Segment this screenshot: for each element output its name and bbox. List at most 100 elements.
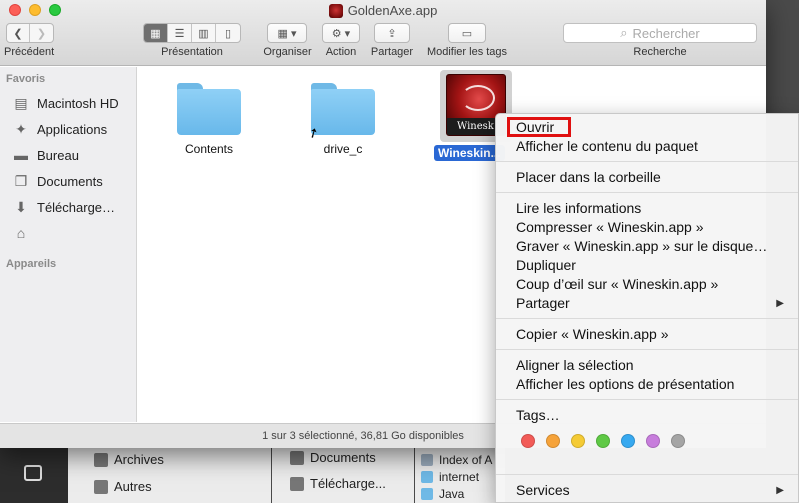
search-label: Recherche — [633, 46, 687, 58]
bg-item-label: Archives — [114, 452, 164, 467]
sidebar-item-macintosh-hd[interactable]: ▤ Macintosh HD — [12, 95, 118, 112]
icon-view-button[interactable]: ▦ — [144, 24, 168, 42]
tag-icon: ▭ — [461, 27, 473, 40]
bg-item-label: Java — [439, 487, 465, 501]
arrange-button[interactable]: ▦ ▾ — [267, 23, 307, 43]
forward-button[interactable]: ❯ — [30, 24, 53, 42]
hard-drive-icon: ▤ — [14, 95, 28, 111]
menu-item-open[interactable]: Ouvrir — [516, 119, 554, 135]
menu-item-services[interactable]: Services — [516, 482, 570, 498]
coverflow-view-button[interactable]: ▯ — [216, 24, 240, 42]
context-menu: Ouvrir Afficher le contenu du paquet Pla… — [495, 113, 799, 503]
bg-item-java[interactable]: Java — [421, 487, 464, 501]
bg-item-internet[interactable]: internet — [421, 470, 479, 484]
sidebar-item-downloads[interactable]: ⬇ Télécharge… — [12, 199, 115, 216]
menu-separator — [496, 349, 798, 350]
menu-item-duplicate[interactable]: Dupliquer — [516, 257, 576, 273]
devices-header: Appareils — [6, 258, 57, 270]
bg-item-downloads[interactable]: Télécharge... — [290, 476, 386, 491]
menu-item-trash[interactable]: Placer dans la corbeille — [516, 169, 661, 185]
back-button[interactable]: ❮ — [7, 24, 30, 42]
folder-drive-c[interactable]: ➚ drive_c — [305, 83, 375, 156]
tag-orange-dot[interactable] — [546, 434, 560, 448]
menu-separator — [496, 161, 798, 162]
sidebar-item-home[interactable]: ⌂ — [12, 225, 37, 241]
downloads-icon — [290, 476, 304, 491]
menu-item-quick-look[interactable]: Coup d’œil sur « Wineskin.app » — [516, 276, 718, 292]
file-icon — [421, 454, 433, 466]
menu-separator — [496, 474, 798, 475]
column-view-button[interactable]: ▥ — [192, 24, 216, 42]
tag-gray-dot[interactable] — [671, 434, 685, 448]
tag-yellow-dot[interactable] — [571, 434, 585, 448]
menu-item-get-info[interactable]: Lire les informations — [516, 200, 641, 216]
window-title: GoldenAxe.app — [0, 3, 766, 18]
sidebar-item-documents[interactable]: ❐ Documents — [12, 173, 103, 190]
back-forward-control: ❮ ❯ — [6, 23, 54, 43]
folder-icon — [177, 83, 241, 135]
submenu-arrow-icon: ▶ — [776, 298, 784, 309]
bg-item-index[interactable]: Index of A — [421, 453, 492, 467]
toolbar: GoldenAxe.app ❮ ❯ Précédent ▦ ☰ ▥ ▯ Prés… — [0, 0, 766, 66]
home-icon: ⌂ — [16, 225, 26, 241]
bg-item-autres[interactable]: Autres — [94, 479, 152, 494]
action-label: Action — [325, 46, 357, 58]
edit-tags-label: Modifier les tags — [426, 46, 508, 58]
tag-green-dot[interactable] — [596, 434, 610, 448]
applications-icon: ✦ — [15, 121, 27, 137]
background-window-right: Index of A internet Java — [415, 443, 505, 503]
menu-item-copy[interactable]: Copier « Wineskin.app » — [516, 326, 669, 342]
search-input[interactable]: ⌕ Rechercher — [563, 23, 757, 43]
background-window-mid: Documents Télécharge... — [272, 443, 414, 503]
sidebar-item-label: Documents — [37, 174, 103, 189]
folder-contents[interactable]: Contents — [177, 83, 241, 156]
favorites-header: Favoris — [6, 73, 46, 85]
folder-icon — [421, 471, 433, 483]
downloads-icon: ⬇ — [15, 199, 27, 215]
bg-item-label: Autres — [114, 479, 152, 494]
back-label: Précédent — [4, 46, 55, 58]
status-text: 1 sur 3 sélectionné, 36,81 Go disponible… — [262, 430, 464, 442]
menu-item-compress[interactable]: Compresser « Wineskin.app » — [516, 219, 704, 235]
sidebar-item-bureau[interactable]: ▬ Bureau — [12, 147, 79, 163]
share-icon: ⇪ — [387, 27, 397, 40]
tag-colors — [521, 434, 685, 448]
bg-item-label: internet — [439, 470, 480, 484]
sidebar-item-applications[interactable]: ✦ Applications — [12, 121, 107, 138]
submenu-arrow-icon: ▶ — [776, 485, 784, 496]
background-window-left: Archives Autres — [68, 443, 271, 503]
edit-tags-button[interactable]: ▭ — [448, 23, 486, 43]
tag-red-dot[interactable] — [521, 434, 535, 448]
sidebar-item-label: Télécharge… — [37, 200, 116, 215]
folder-alias-icon: ➚ — [305, 83, 375, 142]
selected-item-label[interactable]: Wineskin... — [434, 145, 505, 161]
tag-blue-dot[interactable] — [621, 434, 635, 448]
menu-item-share[interactable]: Partager — [516, 295, 570, 311]
bg-item-label: Télécharge... — [310, 476, 386, 491]
menu-separator — [496, 318, 798, 319]
menu-item-show-package[interactable]: Afficher le contenu du paquet — [516, 138, 698, 154]
window-title-text: GoldenAxe.app — [347, 3, 438, 18]
share-button[interactable]: ⇪ — [374, 23, 410, 43]
sidebar-item-label: Applications — [37, 122, 108, 137]
arrange-label: Organiser — [263, 46, 312, 58]
terminal-icon[interactable] — [24, 465, 42, 481]
share-label: Partager — [370, 46, 414, 58]
action-button[interactable]: ⚙ ▾ — [322, 23, 360, 43]
documents-icon — [290, 450, 304, 465]
item-label: drive_c — [323, 142, 363, 156]
bg-item-documents[interactable]: Documents — [290, 450, 376, 465]
bg-item-label: Documents — [310, 450, 376, 465]
menu-item-align[interactable]: Aligner la sélection — [516, 357, 634, 373]
search-placeholder: Rechercher — [632, 25, 700, 41]
tag-purple-dot[interactable] — [646, 434, 660, 448]
list-view-button[interactable]: ☰ — [168, 24, 192, 42]
sidebar-item-label: Bureau — [37, 147, 79, 163]
bg-item-archives[interactable]: Archives — [94, 452, 164, 467]
menu-item-view-options[interactable]: Afficher les options de présentation — [516, 376, 734, 392]
menu-item-burn[interactable]: Graver « Wineskin.app » sur le disque… — [516, 238, 767, 254]
item-label: Contents — [184, 142, 234, 156]
app-icon — [328, 3, 343, 18]
gear-icon: ⚙ ▾ — [331, 27, 351, 40]
menu-item-tags[interactable]: Tags… — [516, 407, 560, 423]
